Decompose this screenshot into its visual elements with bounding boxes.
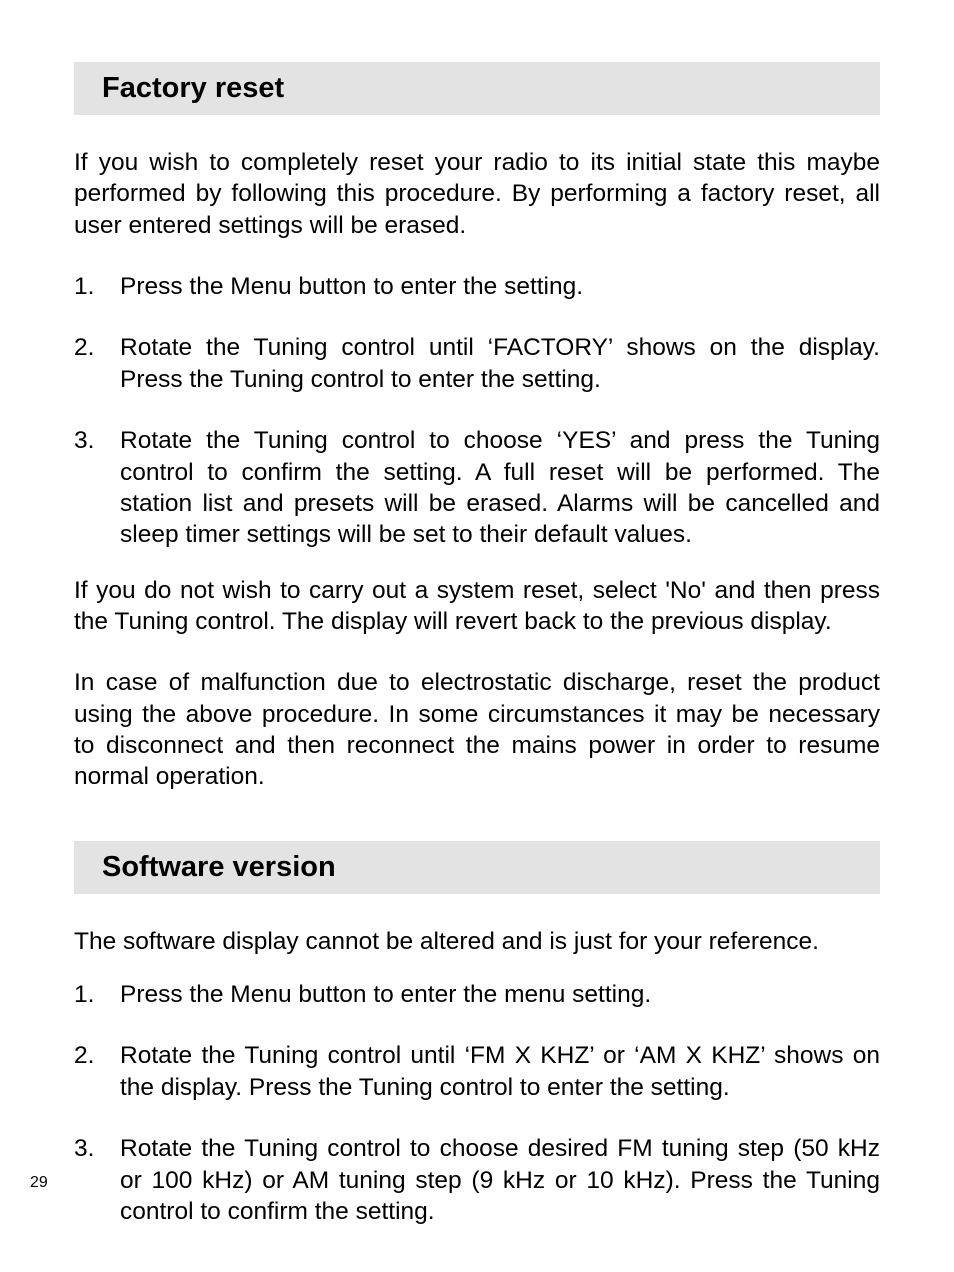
- factory-reset-intro: If you wish to completely reset your rad…: [74, 147, 880, 241]
- factory-reset-step: Press the Menu button to enter the setti…: [74, 271, 880, 302]
- factory-reset-no-option: If you do not wish to carry out a system…: [74, 575, 880, 638]
- software-version-step: Rotate the Tuning control to choose desi…: [74, 1133, 880, 1227]
- software-version-step: Press the Menu button to enter the menu …: [74, 979, 880, 1010]
- page-number: 29: [30, 1174, 48, 1192]
- software-version-step: Rotate the Tuning control until ‘FM X KH…: [74, 1040, 880, 1103]
- software-version-intro: The software display cannot be altered a…: [74, 926, 880, 957]
- section-heading-factory-reset: Factory reset: [74, 62, 880, 115]
- software-version-steps: Press the Menu button to enter the menu …: [74, 979, 880, 1227]
- section-heading-software-version: Software version: [74, 841, 880, 894]
- factory-reset-step: Rotate the Tuning control until ‘FACTORY…: [74, 332, 880, 395]
- factory-reset-steps: Press the Menu button to enter the setti…: [74, 271, 880, 551]
- factory-reset-step: Rotate the Tuning control to choose ‘YES…: [74, 425, 880, 550]
- manual-page: Factory reset If you wish to completely …: [0, 0, 954, 1272]
- factory-reset-malfunction: In case of malfunction due to electrosta…: [74, 667, 880, 792]
